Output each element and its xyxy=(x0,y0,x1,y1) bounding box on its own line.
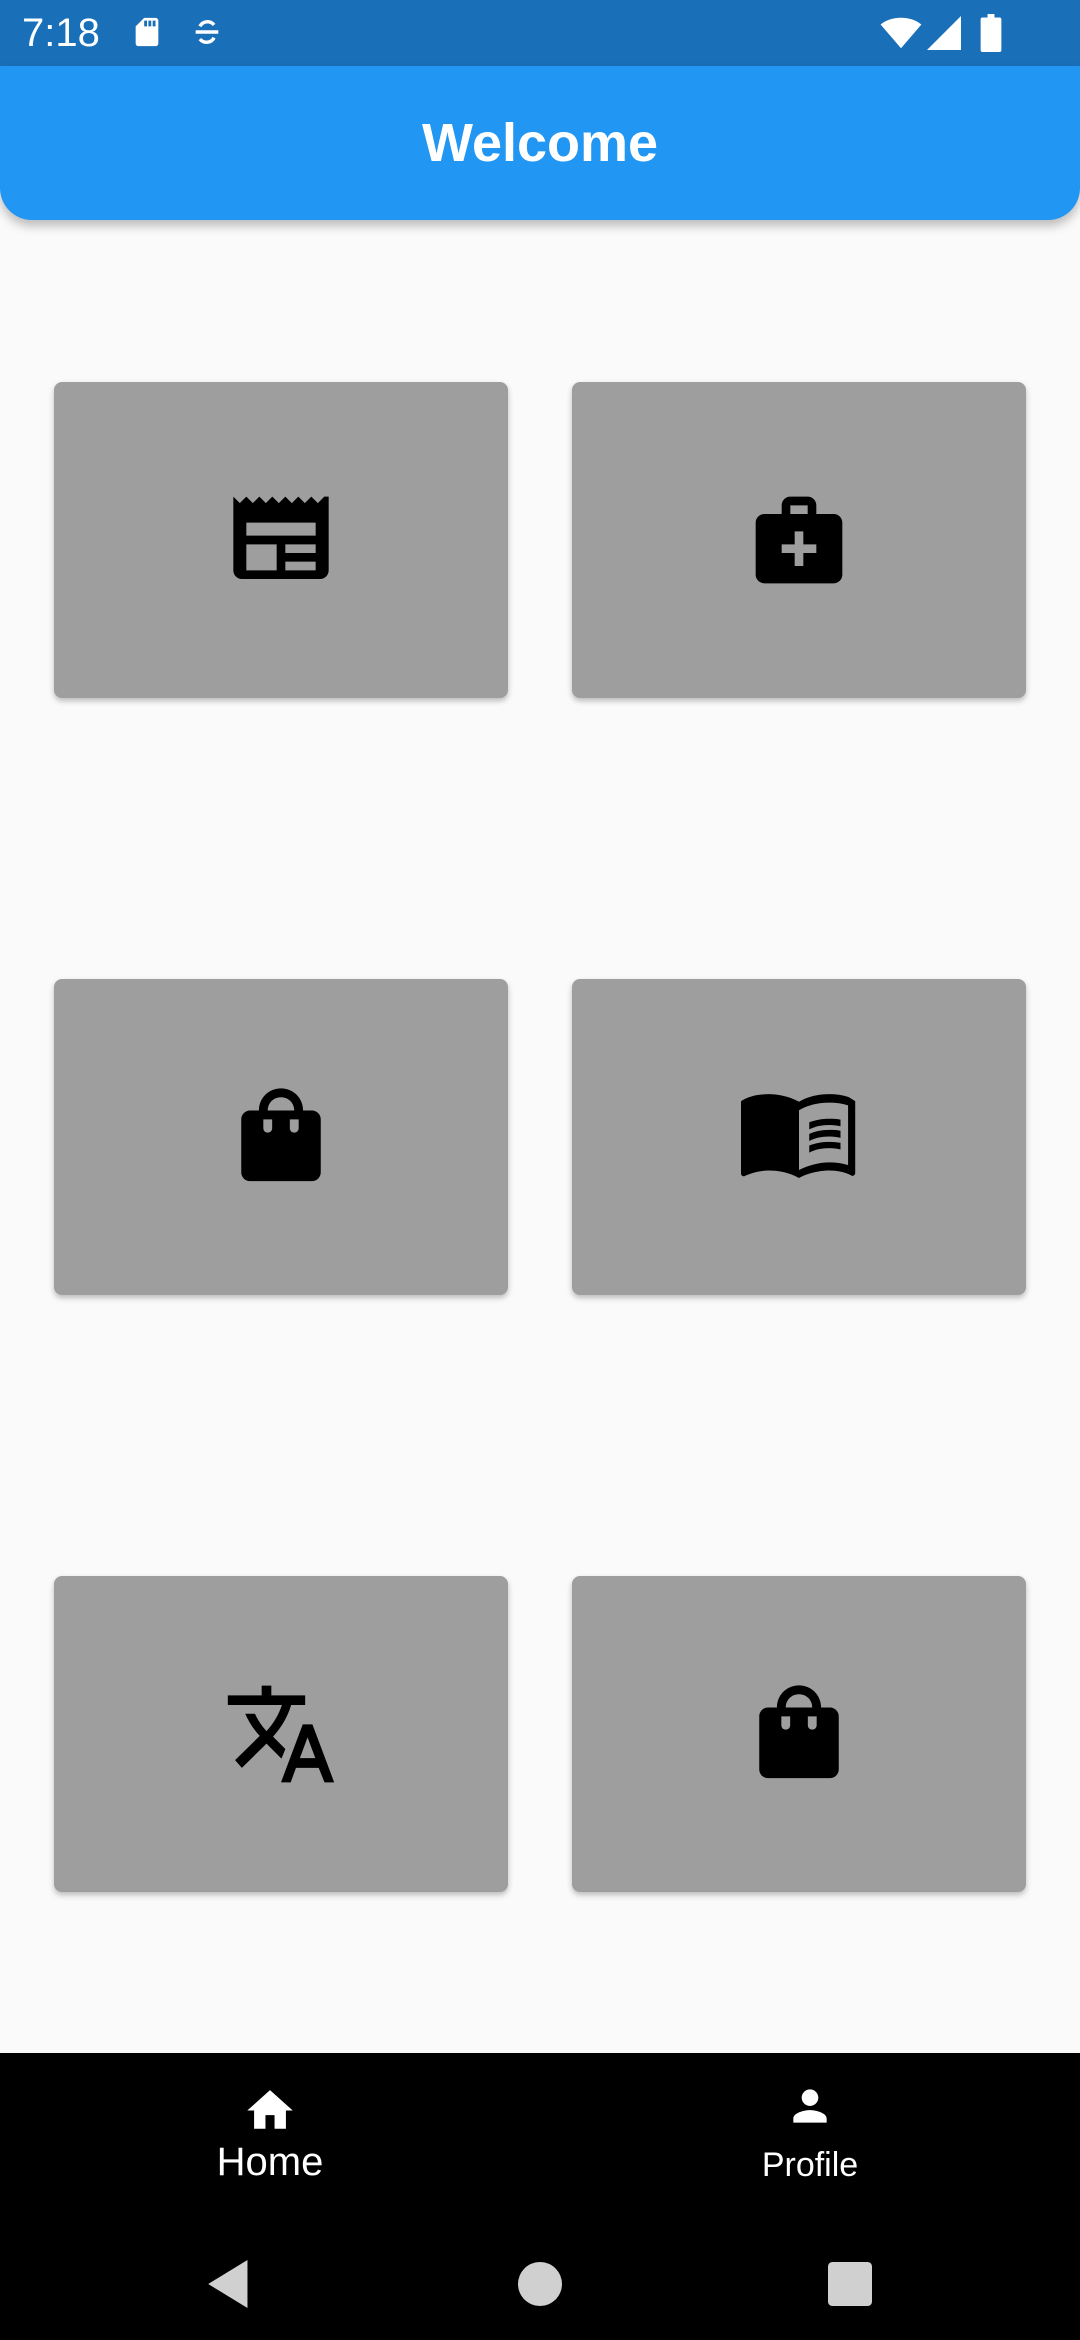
nav-item-home[interactable]: Home xyxy=(0,2053,540,2233)
shopping-bag-icon xyxy=(236,1084,326,1190)
app-bar: Welcome xyxy=(0,66,1080,220)
system-recents-button[interactable] xyxy=(810,2233,890,2340)
person-icon xyxy=(785,2081,835,2136)
home-icon xyxy=(242,2081,298,2136)
recents-icon xyxy=(828,2262,872,2311)
tile-shopping-bag[interactable] xyxy=(54,979,508,1295)
signal-icon xyxy=(926,16,962,55)
nav-label-home: Home xyxy=(216,2140,324,2184)
status-bar: 7:18 xyxy=(0,0,1080,66)
wifi-icon xyxy=(880,16,922,55)
system-navigation-bar xyxy=(0,2233,1080,2340)
menu-book-icon xyxy=(741,1092,857,1182)
shopping-bag-icon xyxy=(754,1681,844,1787)
tile-newspaper[interactable] xyxy=(54,382,508,698)
tile-shopping-bag-2[interactable] xyxy=(572,1576,1026,1892)
battery-icon xyxy=(980,14,1002,57)
tile-translate[interactable] xyxy=(54,1576,508,1892)
sd-card-icon xyxy=(130,14,164,55)
nav-item-profile[interactable]: Profile xyxy=(540,2053,1080,2233)
medical-bag-icon xyxy=(747,488,851,592)
back-icon xyxy=(208,2260,252,2313)
page-title: Welcome xyxy=(421,113,659,173)
bottom-navigation: Home Profile xyxy=(0,2053,1080,2233)
nav-label-profile: Profile xyxy=(761,2146,859,2184)
sync-icon xyxy=(190,14,224,55)
translate-icon xyxy=(223,1680,339,1788)
tile-menu-book[interactable] xyxy=(572,979,1026,1295)
system-home-button[interactable] xyxy=(500,2233,580,2340)
tile-medical-bag[interactable] xyxy=(572,382,1026,698)
newspaper-icon xyxy=(229,492,333,588)
home-circle-icon xyxy=(518,2262,562,2311)
status-time: 7:18 xyxy=(22,11,100,55)
system-back-button[interactable] xyxy=(190,2233,270,2340)
screen: 7:18 Welcome Home Profile xyxy=(0,0,1080,2340)
